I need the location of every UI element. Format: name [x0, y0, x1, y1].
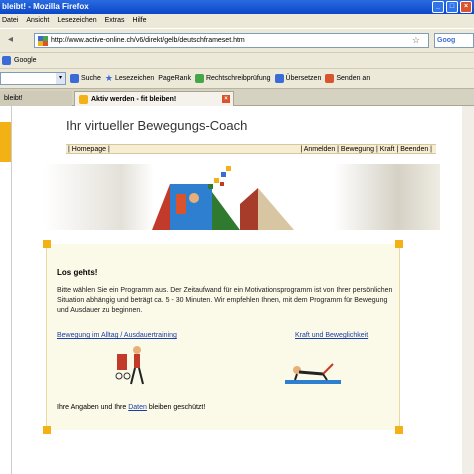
panel-corner — [395, 426, 403, 434]
chevron-down-icon[interactable]: ▾ — [56, 73, 65, 84]
url-text: http://www.active-online.ch/v6/direkt/ge… — [51, 37, 245, 44]
bookmark-star-icon[interactable]: ☆ — [412, 35, 420, 46]
panel-corner — [43, 240, 51, 248]
toolbar-bookmarks-button[interactable]: ★ Lesezeichen — [105, 73, 154, 84]
send-icon — [325, 74, 335, 83]
link-movement-program[interactable]: Bewegung im Alltag / Ausdauertraining — [57, 332, 177, 339]
panel-heading: Los gehts! — [57, 268, 98, 277]
menu-lesezeichen[interactable]: Lesezeichen — [57, 14, 96, 28]
link-data[interactable]: Daten — [128, 404, 147, 411]
toolbar-spellcheck-button[interactable]: Rechtschreibprüfung — [194, 74, 271, 83]
page-title: Ihr virtueller Bewegungs-Coach — [66, 118, 248, 133]
banner-graphic — [152, 166, 294, 230]
header-banner — [44, 164, 440, 230]
tab-favicon-icon — [79, 94, 88, 104]
translate-icon — [274, 74, 284, 83]
tab-inactive-label: bleibt! — [4, 95, 23, 102]
google-toolbar: ▾ Suche ★ Lesezeichen PageRank Rechtschr… — [0, 68, 474, 88]
site-favicon-icon — [38, 35, 48, 46]
toolbar-search-label: Suche — [81, 75, 101, 82]
tab-inactive[interactable]: bleibt! — [0, 91, 72, 106]
left-accent-bar — [0, 122, 11, 162]
tab-bar: bleibt! Aktiv werden - fit bleiben! × — [0, 88, 474, 106]
spellcheck-label: Rechtschreibprüfung — [205, 75, 271, 82]
exercise-figure-icon — [285, 363, 341, 384]
panel-corner — [43, 426, 51, 434]
link-strength-program[interactable]: Kraft und Beweglichkeit — [295, 332, 368, 339]
left-frame — [0, 106, 12, 474]
tab-active[interactable]: Aktiv werden - fit bleiben! × — [74, 91, 234, 106]
google-favicon-icon — [2, 56, 11, 65]
navigation-toolbar: ◂ http://www.active-online.ch/v6/direkt/… — [0, 28, 474, 52]
program-panel: Los gehts! Bitte wählen Sie ein Programm… — [43, 240, 403, 434]
maximize-button[interactable]: □ — [446, 1, 458, 13]
footnote-pre: Ihre Angaben und Ihre — [57, 404, 127, 411]
panel-intro-text: Bitte wählen Sie ein Programm aus. Der Z… — [57, 287, 393, 314]
toolbar-send-button[interactable]: Senden an — [325, 74, 370, 83]
close-window-button[interactable]: × — [460, 1, 472, 13]
pagerank-label: PageRank — [158, 75, 191, 82]
panel-corner — [395, 240, 403, 248]
url-field[interactable]: http://www.active-online.ch/v6/direkt/ge… — [34, 33, 429, 48]
close-tab-icon[interactable]: × — [222, 95, 230, 103]
search-engine-label: Goog — [437, 37, 456, 44]
menu-ansicht[interactable]: Ansicht — [26, 14, 49, 28]
minimize-button[interactable]: _ — [432, 1, 444, 13]
menu-hilfe[interactable]: Hilfe — [132, 14, 146, 28]
nav-homepage[interactable]: | Homepage | — [68, 145, 110, 154]
star-icon: ★ — [104, 73, 113, 83]
bookmarks-toolbar: Google — [0, 52, 474, 68]
page-content: Ihr virtueller Bewegungs-Coach | Homepag… — [36, 106, 440, 474]
privacy-footnote: Ihre Angaben und Ihre Daten bleiben gesc… — [57, 404, 205, 411]
toolbar-pagerank[interactable]: PageRank — [158, 75, 191, 82]
bookmark-google[interactable]: Google — [14, 53, 37, 69]
menu-datei[interactable]: Datei — [2, 14, 18, 28]
nav-main-links[interactable]: | Anmelden | Bewegung | Kraft | Beenden … — [300, 145, 432, 154]
site-navigation: | Homepage | | Anmelden | Bewegung | Kra… — [66, 144, 436, 154]
search-icon — [70, 74, 79, 83]
vertical-scrollbar[interactable] — [462, 106, 474, 474]
spellcheck-icon — [194, 74, 204, 83]
window-title: bleibt! - Mozilla Firefox — [2, 2, 89, 11]
toolbar-search-button[interactable]: Suche — [70, 74, 101, 83]
footnote-post: bleiben geschützt! — [148, 404, 206, 411]
toolbar-translate-button[interactable]: Übersetzen — [274, 74, 322, 83]
search-engine-box[interactable]: Goog — [434, 33, 474, 48]
toolbar-search-input[interactable]: ▾ — [0, 72, 66, 85]
back-arrow-icon[interactable]: ◂ — [8, 34, 13, 45]
walker-with-stroller-icon — [115, 346, 144, 385]
menu-bar: Datei Ansicht Lesezeichen Extras Hilfe — [0, 14, 474, 28]
translate-label: Übersetzen — [285, 75, 322, 82]
menu-extras[interactable]: Extras — [105, 14, 125, 28]
toolbar-bookmarks-label: Lesezeichen — [114, 75, 155, 82]
window-titlebar: bleibt! - Mozilla Firefox _ □ × — [0, 0, 474, 14]
send-label: Senden an — [336, 75, 371, 82]
tab-active-label: Aktiv werden - fit bleiben! — [91, 95, 177, 103]
